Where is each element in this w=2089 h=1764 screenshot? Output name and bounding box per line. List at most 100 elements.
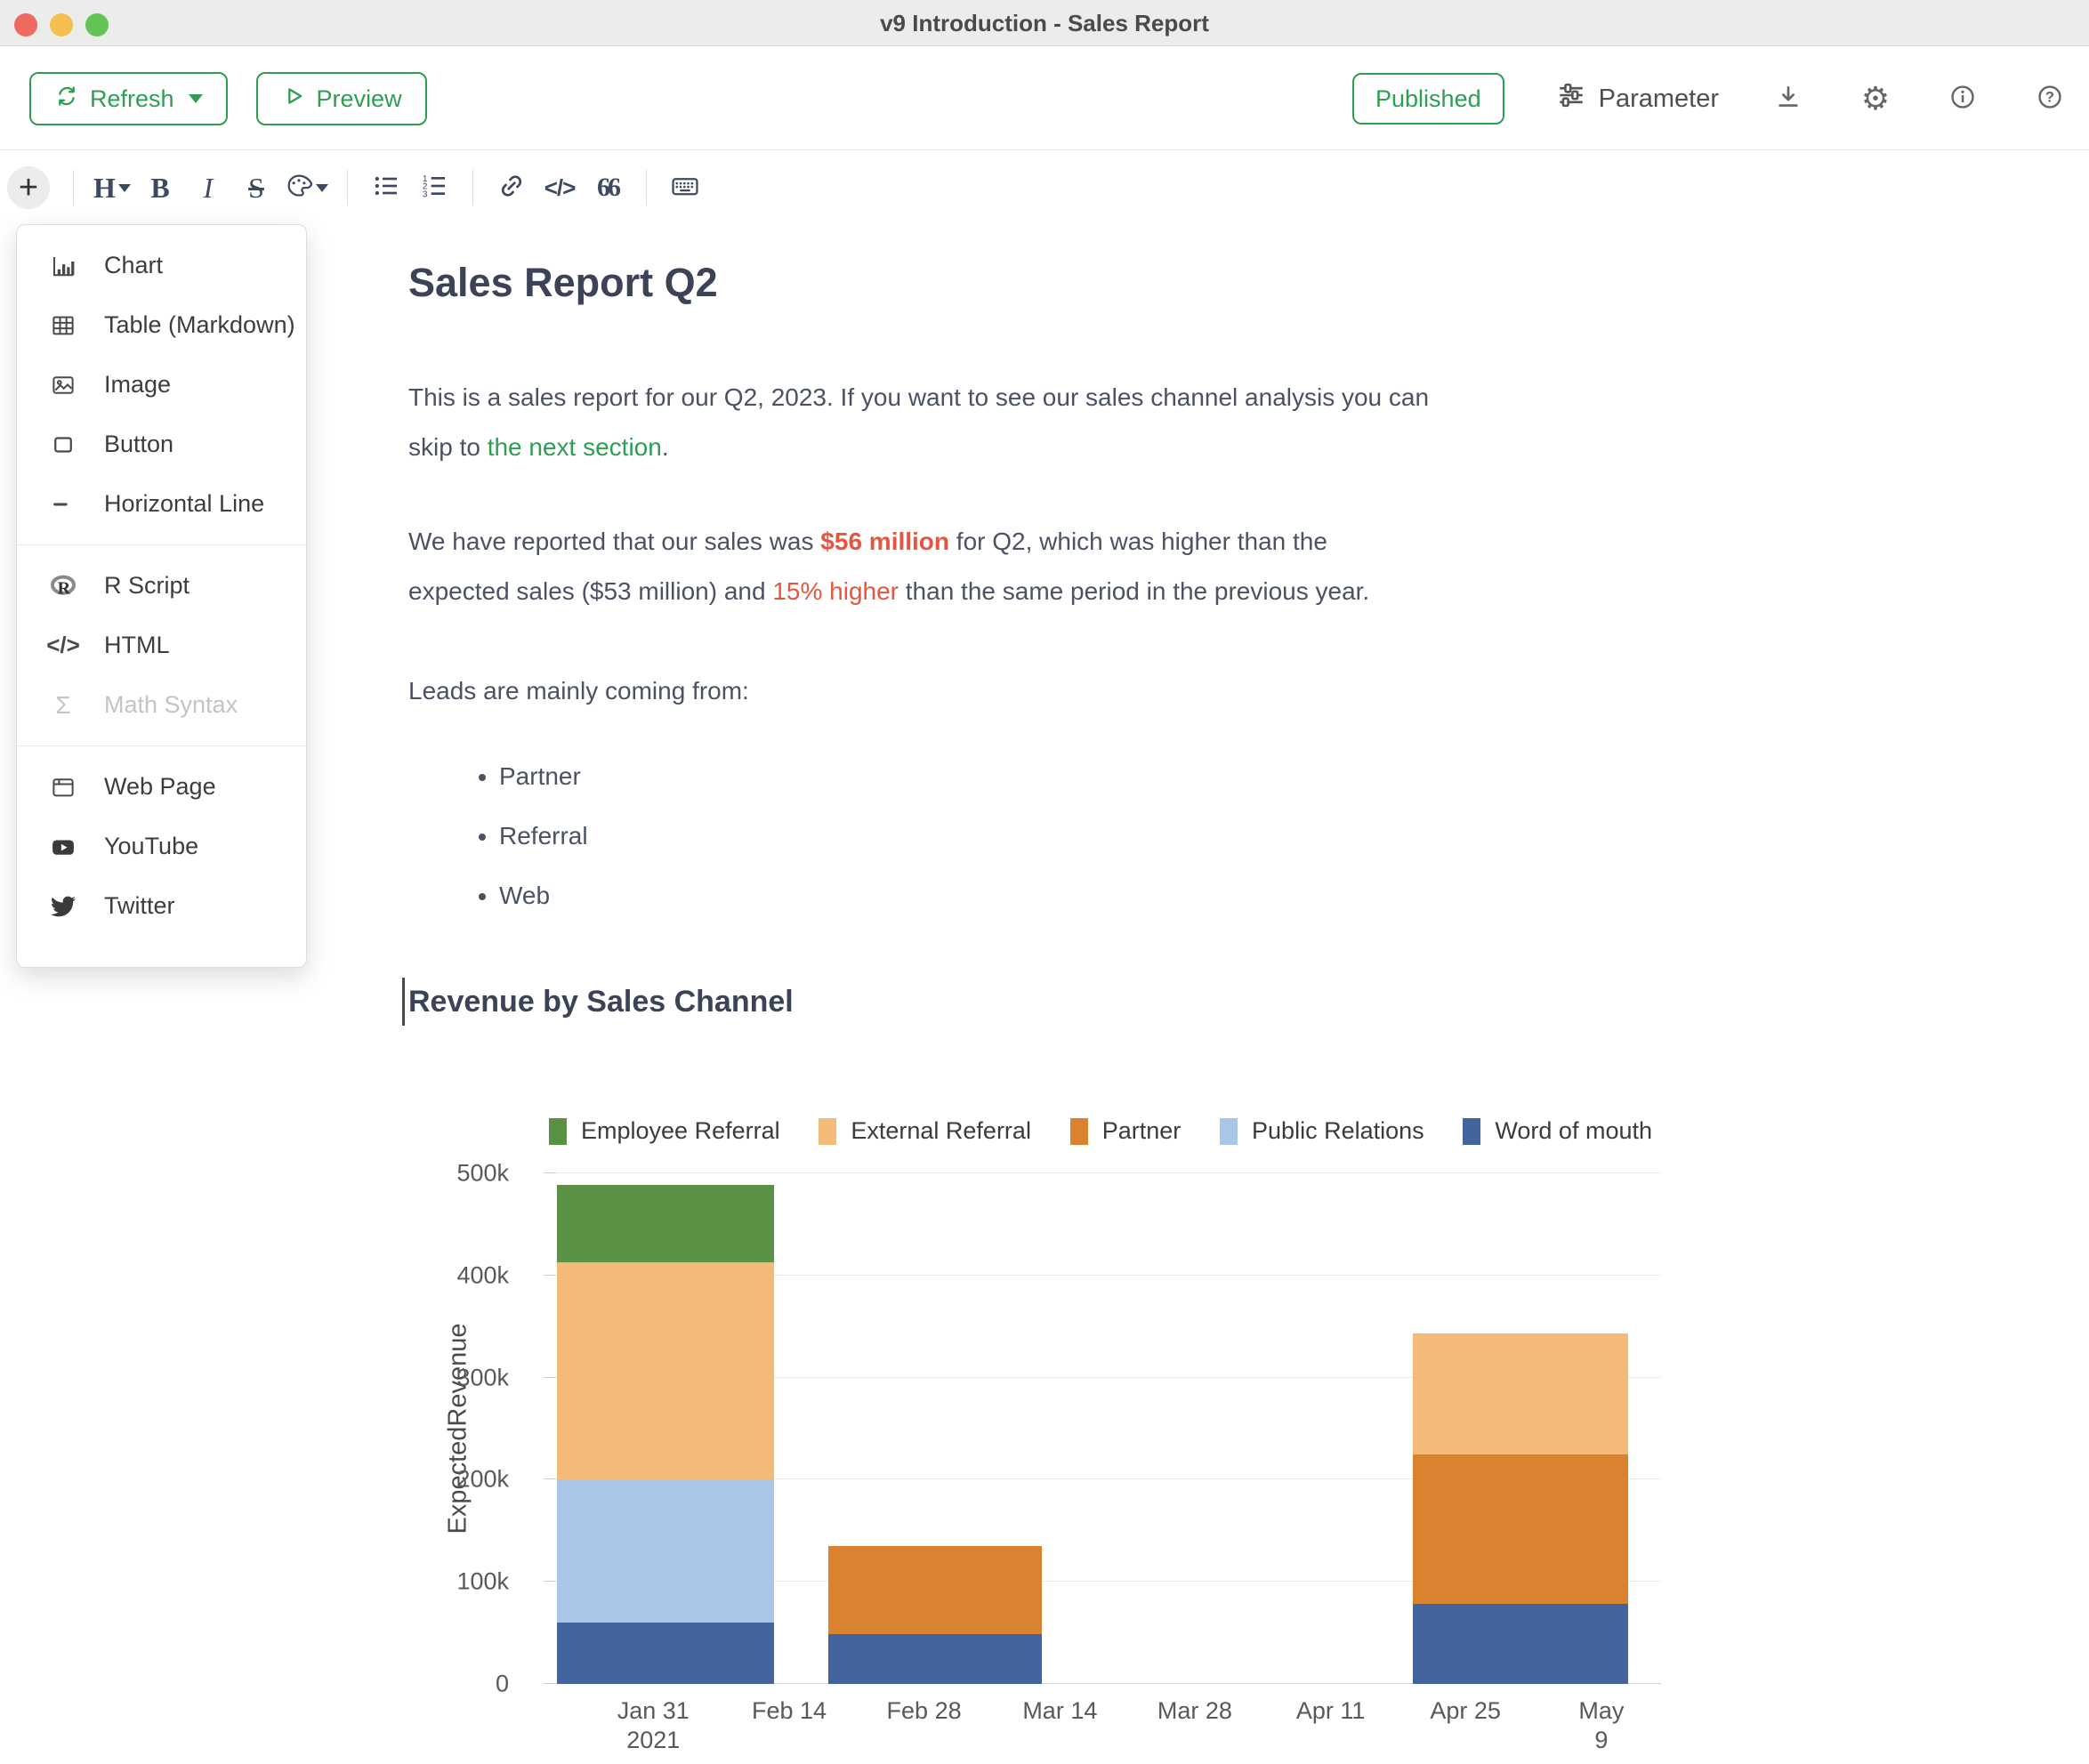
legend-swatch bbox=[1220, 1118, 1238, 1145]
menu-item-label: Web Page bbox=[104, 773, 216, 801]
refresh-button[interactable]: Refresh bbox=[29, 72, 228, 125]
menu-item-table[interactable]: Table (Markdown) bbox=[17, 295, 306, 355]
chevron-down-icon bbox=[316, 184, 328, 192]
text-color-button[interactable] bbox=[285, 166, 328, 209]
menu-item-chart[interactable]: Chart bbox=[17, 236, 306, 295]
y-tick-mark bbox=[544, 1275, 556, 1276]
list-item: Web bbox=[499, 871, 1721, 921]
menu-item-label: R Script bbox=[104, 572, 190, 600]
chevron-down-icon bbox=[118, 184, 131, 192]
preview-label: Preview bbox=[317, 85, 402, 113]
y-tick-label: 400k bbox=[456, 1261, 509, 1289]
insert-block-button[interactable]: + bbox=[7, 166, 50, 209]
bullet-list-icon bbox=[372, 172, 400, 205]
y-tick-label: 200k bbox=[456, 1466, 509, 1494]
browser-icon bbox=[49, 773, 77, 801]
stacked-bar bbox=[828, 1173, 1043, 1684]
menu-item-image[interactable]: Image bbox=[17, 355, 306, 415]
preview-icon bbox=[281, 84, 306, 115]
bar-segment bbox=[828, 1634, 1043, 1684]
page-title: Sales Report Q2 bbox=[408, 255, 1721, 310]
menu-item-label: Button bbox=[104, 431, 173, 458]
menu-item-math-syntax: Σ Math Syntax bbox=[17, 675, 306, 735]
toolbar-divider bbox=[347, 170, 348, 205]
parameter-button[interactable]: Parameter bbox=[1556, 80, 1719, 117]
legend-swatch bbox=[1463, 1118, 1480, 1145]
image-icon bbox=[49, 371, 77, 399]
chart-plot bbox=[556, 1173, 1661, 1684]
bullet-list-button[interactable] bbox=[367, 166, 406, 209]
x-tick-label: Jan 312021 bbox=[617, 1696, 690, 1755]
menu-item-r-script[interactable]: R R Script bbox=[17, 556, 306, 616]
menu-divider bbox=[17, 544, 306, 545]
chevron-down-icon bbox=[189, 94, 203, 103]
menu-item-button[interactable]: Button bbox=[17, 415, 306, 474]
menu-item-label: Math Syntax bbox=[104, 691, 238, 719]
legend-label: Partner bbox=[1102, 1117, 1182, 1145]
list-item: Referral bbox=[499, 811, 1721, 861]
help-icon: ? bbox=[2036, 83, 2064, 116]
bold-button[interactable]: B bbox=[141, 166, 180, 209]
menu-item-twitter[interactable]: Twitter bbox=[17, 876, 306, 936]
legend-item: External Referral bbox=[819, 1117, 1031, 1145]
legend-item: Partner bbox=[1070, 1117, 1182, 1145]
heading-button[interactable]: H bbox=[93, 166, 132, 209]
y-tick-mark bbox=[544, 1683, 556, 1684]
bar-segment bbox=[557, 1262, 773, 1480]
legend-item: Public Relations bbox=[1220, 1117, 1424, 1145]
menu-item-web-page[interactable]: Web Page bbox=[17, 757, 306, 817]
download-button[interactable] bbox=[1770, 83, 1806, 116]
info-button[interactable] bbox=[1945, 83, 1980, 116]
y-tick-label: 300k bbox=[456, 1364, 509, 1391]
x-tick-label: Mar 28 bbox=[1157, 1696, 1232, 1726]
y-tick-label: 100k bbox=[456, 1568, 509, 1596]
stacked-bar bbox=[1413, 1173, 1628, 1684]
menu-item-label: Chart bbox=[104, 252, 163, 279]
revenue-chart: Employee ReferralExternal ReferralPartne… bbox=[0, 1112, 2089, 1764]
gear-icon: ⚙ bbox=[1861, 83, 1890, 115]
menu-item-label: Twitter bbox=[104, 892, 175, 920]
settings-button[interactable]: ⚙ bbox=[1858, 83, 1893, 115]
x-tick-label: Feb 14 bbox=[752, 1696, 827, 1726]
horizontal-line-icon bbox=[49, 490, 77, 519]
code-icon: </> bbox=[49, 632, 77, 660]
twitter-icon bbox=[49, 892, 77, 921]
sliders-icon bbox=[1556, 80, 1586, 117]
table-icon bbox=[49, 311, 77, 340]
app-window: v9 Introduction - Sales Report Refresh bbox=[0, 0, 2089, 1764]
palette-icon bbox=[285, 172, 313, 205]
chart-legend: Employee ReferralExternal ReferralPartne… bbox=[549, 1117, 1652, 1145]
refresh-label: Refresh bbox=[90, 85, 174, 113]
y-tick-mark bbox=[544, 1377, 556, 1378]
menu-item-label: Horizontal Line bbox=[104, 490, 264, 518]
chart-icon bbox=[49, 252, 77, 280]
menu-item-label: Image bbox=[104, 371, 171, 399]
preview-button[interactable]: Preview bbox=[256, 72, 427, 125]
list-item: Partner bbox=[499, 752, 1721, 801]
chart-x-labels: Jan 312021Feb 14Feb 28Mar 14Mar 28Apr 11… bbox=[556, 1696, 1661, 1764]
y-tick-mark bbox=[544, 1172, 556, 1173]
r-logo-icon: R bbox=[49, 572, 77, 600]
legend-item: Word of mouth bbox=[1463, 1117, 1652, 1145]
italic-button[interactable]: I bbox=[189, 166, 228, 209]
legend-swatch bbox=[1070, 1118, 1088, 1145]
y-tick-label: 500k bbox=[456, 1160, 509, 1188]
bar-segment bbox=[1413, 1454, 1628, 1605]
sigma-icon: Σ bbox=[49, 691, 77, 720]
bullet-list: Partner Referral Web bbox=[408, 752, 1721, 921]
x-tick-label: May 9 bbox=[1571, 1696, 1631, 1755]
help-button[interactable]: ? bbox=[2032, 83, 2068, 116]
y-tick-mark bbox=[544, 1478, 556, 1479]
svg-text:R: R bbox=[58, 578, 71, 598]
menu-item-youtube[interactable]: YouTube bbox=[17, 817, 306, 876]
strikethrough-button[interactable]: S bbox=[237, 166, 276, 209]
y-tick-label: 0 bbox=[496, 1671, 509, 1698]
published-badge[interactable]: Published bbox=[1352, 73, 1504, 125]
button-icon bbox=[49, 431, 77, 459]
menu-item-horizontal-line[interactable]: Horizontal Line bbox=[17, 474, 306, 534]
bar-segment bbox=[828, 1546, 1043, 1634]
bar-segment bbox=[1413, 1333, 1628, 1454]
menu-item-html[interactable]: </> HTML bbox=[17, 616, 306, 675]
paragraph: This is a sales report for our Q2, 2023.… bbox=[408, 373, 1721, 472]
legend-label: Public Relations bbox=[1252, 1117, 1424, 1145]
